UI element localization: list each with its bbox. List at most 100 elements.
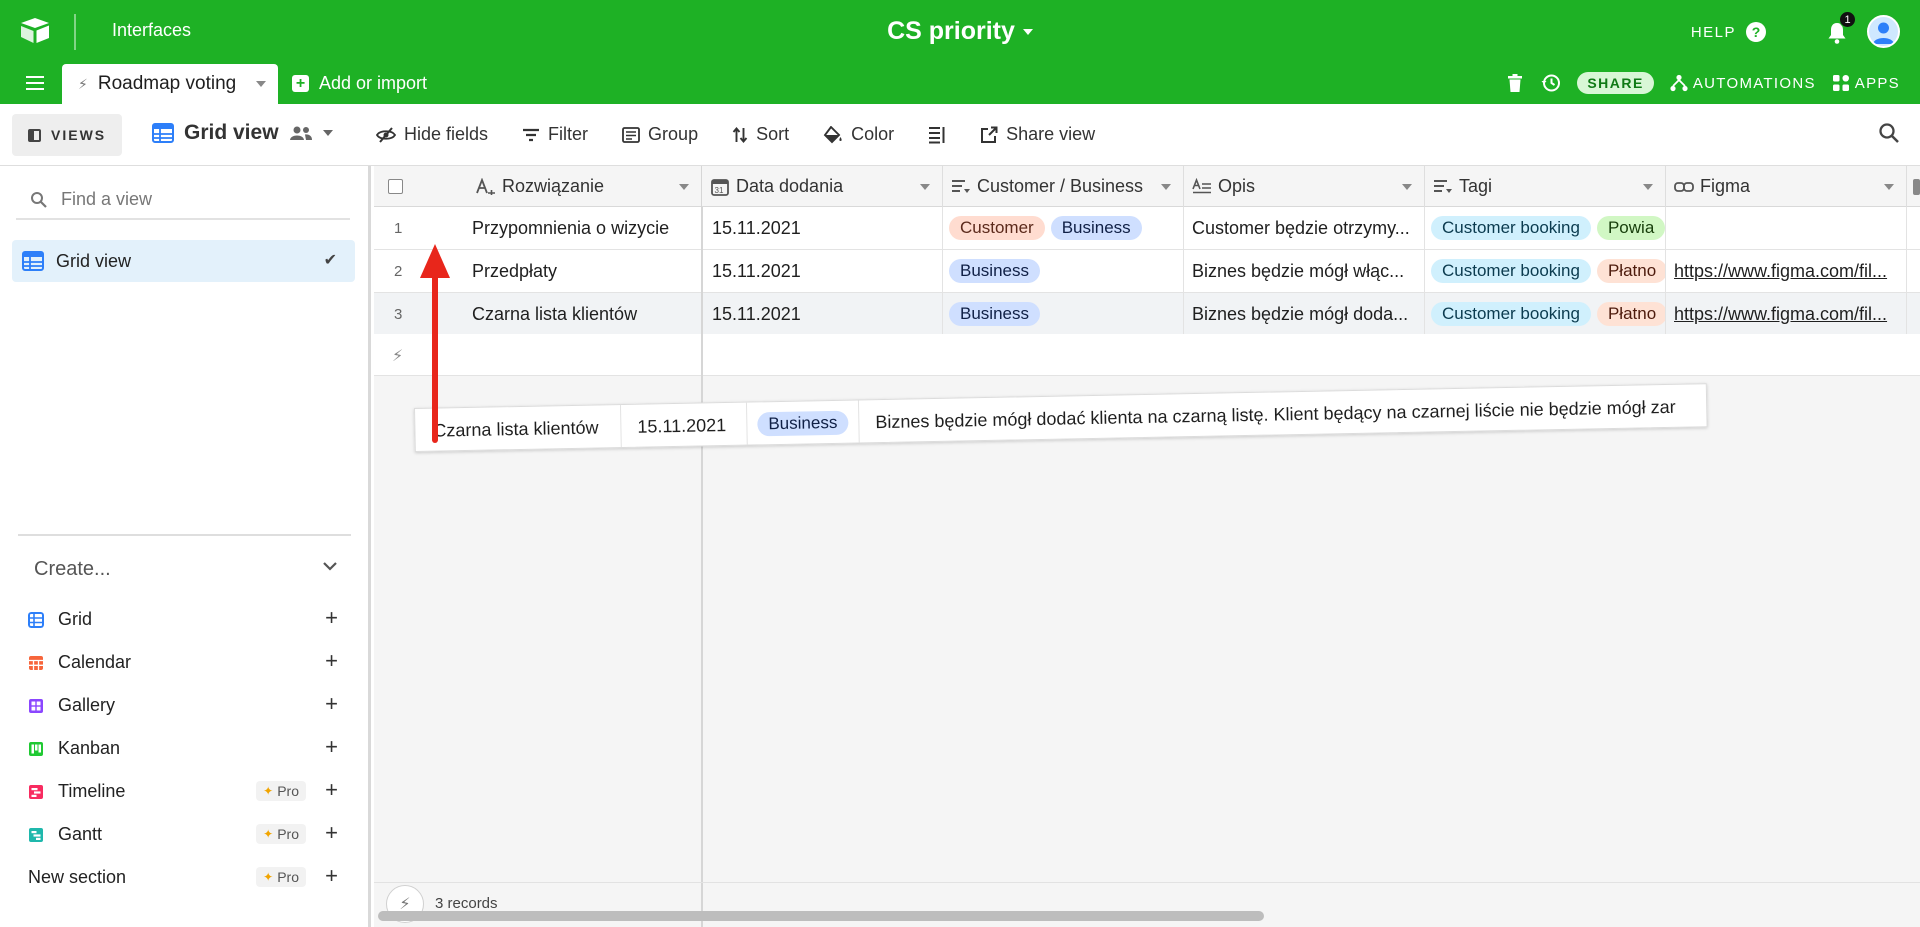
cell-rozwiazanie[interactable]: Czarna lista klientów <box>468 293 702 335</box>
cell-opis[interactable]: Biznes będzie mógł doda... <box>1184 293 1425 335</box>
cell-figma[interactable]: https://www.figma.com/fil... <box>1666 293 1907 335</box>
airtable-logo-icon[interactable] <box>18 16 52 46</box>
find-view-input[interactable]: Find a view <box>16 180 350 220</box>
table-row[interactable]: 1 Przypomnienia o wizycie 15.11.2021 Cus… <box>374 207 1920 250</box>
automations-button[interactable]: AUTOMATIONS <box>1670 74 1816 92</box>
timeline-icon <box>29 784 43 799</box>
create-calendar-view[interactable]: Calendar + <box>28 641 338 684</box>
create-section-toggle[interactable]: Create... <box>34 558 338 581</box>
plus-icon[interactable]: + <box>325 650 338 672</box>
add-or-import-button[interactable]: + Add or import <box>292 73 427 94</box>
history-icon[interactable] <box>1541 73 1561 93</box>
table-row[interactable]: 2 Przedpłaty 15.11.2021 Business Biznes … <box>374 250 1920 293</box>
add-field-header[interactable] <box>1907 166 1920 207</box>
share-view-button[interactable]: Share view <box>980 124 1095 145</box>
plus-icon[interactable]: + <box>325 736 338 758</box>
create-timeline-view[interactable]: Timeline ✦ Pro + <box>28 770 338 813</box>
plus-icon[interactable]: + <box>325 693 338 715</box>
sort-icon <box>732 126 748 143</box>
bolt-icon: ⚡ <box>78 75 88 92</box>
trash-icon[interactable] <box>1505 73 1525 93</box>
cell-figma[interactable]: https://www.figma.com/fil... <box>1666 250 1907 292</box>
chevron-down-icon[interactable] <box>1161 184 1171 190</box>
hide-fields-button[interactable]: Hide fields <box>376 124 488 145</box>
cell-figma[interactable] <box>1666 207 1907 249</box>
tab-roadmap-voting[interactable]: ⚡ Roadmap voting <box>62 64 278 104</box>
chevron-down-icon[interactable] <box>1643 184 1653 190</box>
help-button[interactable]: HELP ? <box>1691 22 1766 42</box>
chevron-down-icon[interactable] <box>920 184 930 190</box>
create-gantt-view[interactable]: Gantt ✦ Pro + <box>28 813 338 856</box>
automations-icon <box>1670 74 1688 92</box>
chevron-down-icon[interactable] <box>1884 184 1894 190</box>
plus-icon[interactable]: + <box>325 822 338 844</box>
cell-data-dodania[interactable]: 15.11.2021 <box>702 207 943 249</box>
cell-data-dodania[interactable]: 15.11.2021 <box>702 293 943 335</box>
column-header-tagi[interactable]: Tagi <box>1425 166 1666 207</box>
chevron-down-icon[interactable] <box>1402 184 1412 190</box>
figma-link[interactable]: https://www.figma.com/fil... <box>1674 304 1887 325</box>
column-header-figma[interactable]: Figma <box>1666 166 1907 207</box>
horizontal-scrollbar[interactable] <box>378 911 1264 921</box>
create-new-section[interactable]: New section ✦ Pro + <box>28 856 338 899</box>
interfaces-link[interactable]: Interfaces <box>112 20 191 41</box>
cell-rozwiazanie[interactable]: Przypomnienia o wizycie <box>468 207 702 249</box>
cell-tagi[interactable]: Customer booking Płatno <box>1425 250 1666 292</box>
filter-button[interactable]: Filter <box>522 124 588 145</box>
avatar[interactable] <box>1867 15 1900 48</box>
share-button[interactable]: SHARE <box>1577 72 1654 94</box>
menu-icon[interactable] <box>26 76 44 90</box>
cell-customer-business[interactable]: Business <box>943 293 1184 335</box>
figma-link[interactable]: https://www.figma.com/fil... <box>1674 261 1887 282</box>
notifications-button[interactable]: 1 <box>1824 11 1856 46</box>
sort-button[interactable]: Sort <box>732 124 789 145</box>
sort-label: Sort <box>756 124 790 144</box>
create-gallery-view[interactable]: Gallery + <box>28 684 338 727</box>
paint-bucket-icon <box>823 125 842 143</box>
column-name: Opis <box>1218 176 1256 196</box>
cell-customer-business[interactable]: Customer Business <box>943 207 1184 249</box>
row-height-button[interactable] <box>928 126 946 144</box>
cell-customer-business[interactable]: Business <box>943 250 1184 292</box>
table-row[interactable]: 3 Czarna lista klientów 15.11.2021 Busin… <box>374 293 1920 336</box>
cell-rozwiazanie[interactable]: Przedpłaty <box>468 250 702 292</box>
pro-badge: ✦ Pro <box>256 781 306 801</box>
create-item-label: Gantt <box>58 824 103 844</box>
search-icon[interactable] <box>1878 122 1900 144</box>
cell-tagi[interactable]: Customer booking Powia <box>1425 207 1666 249</box>
chevron-down-icon[interactable] <box>256 81 266 87</box>
column-header-opis[interactable]: Opis <box>1184 166 1425 207</box>
cell-opis[interactable]: Customer będzie otrzymy... <box>1184 207 1425 249</box>
views-toggle-button[interactable]: VIEWS <box>12 114 122 156</box>
chevron-down-icon <box>323 562 337 571</box>
grid-icon <box>152 123 174 143</box>
create-item-label: Timeline <box>58 781 126 801</box>
column-header-rozwiazanie[interactable]: Rozwiązanie <box>468 166 702 207</box>
row-height-icon <box>929 126 945 143</box>
column-header-customer-business[interactable]: Customer / Business <box>943 166 1184 207</box>
base-name-button[interactable]: CS priority <box>887 17 1033 46</box>
grid-icon <box>22 251 44 271</box>
plus-icon[interactable]: + <box>325 607 338 629</box>
apps-button[interactable]: APPS <box>1832 74 1900 92</box>
cell-tagi[interactable]: Customer booking Płatno <box>1425 293 1666 335</box>
add-record-row[interactable]: ⚡ <box>374 334 1920 376</box>
create-kanban-view[interactable]: Kanban + <box>28 727 338 770</box>
chevron-down-icon[interactable] <box>679 184 689 190</box>
ghost-cell-data: 15.11.2021 <box>620 402 748 450</box>
cell-opis[interactable]: Biznes będzie mógł włąc... <box>1184 250 1425 292</box>
link-icon <box>1674 178 1694 196</box>
cell-data-dodania[interactable]: 15.11.2021 <box>702 250 943 292</box>
column-header-data-dodania[interactable]: 31 Data dodania <box>702 166 943 207</box>
plus-icon[interactable]: + <box>325 865 338 887</box>
group-button[interactable]: Group <box>622 124 698 145</box>
create-label: Create... <box>34 558 111 580</box>
view-switcher[interactable]: Grid view <box>152 121 333 145</box>
filter-label: Filter <box>548 124 589 144</box>
sidebar-item-grid-view[interactable]: Grid view ✔ <box>12 240 355 282</box>
select-all-checkbox[interactable] <box>388 179 403 194</box>
color-button[interactable]: Color <box>823 124 894 145</box>
create-grid-view[interactable]: Grid + <box>28 598 338 641</box>
pro-badge: ✦ Pro <box>256 824 306 844</box>
plus-icon[interactable]: + <box>325 779 338 801</box>
